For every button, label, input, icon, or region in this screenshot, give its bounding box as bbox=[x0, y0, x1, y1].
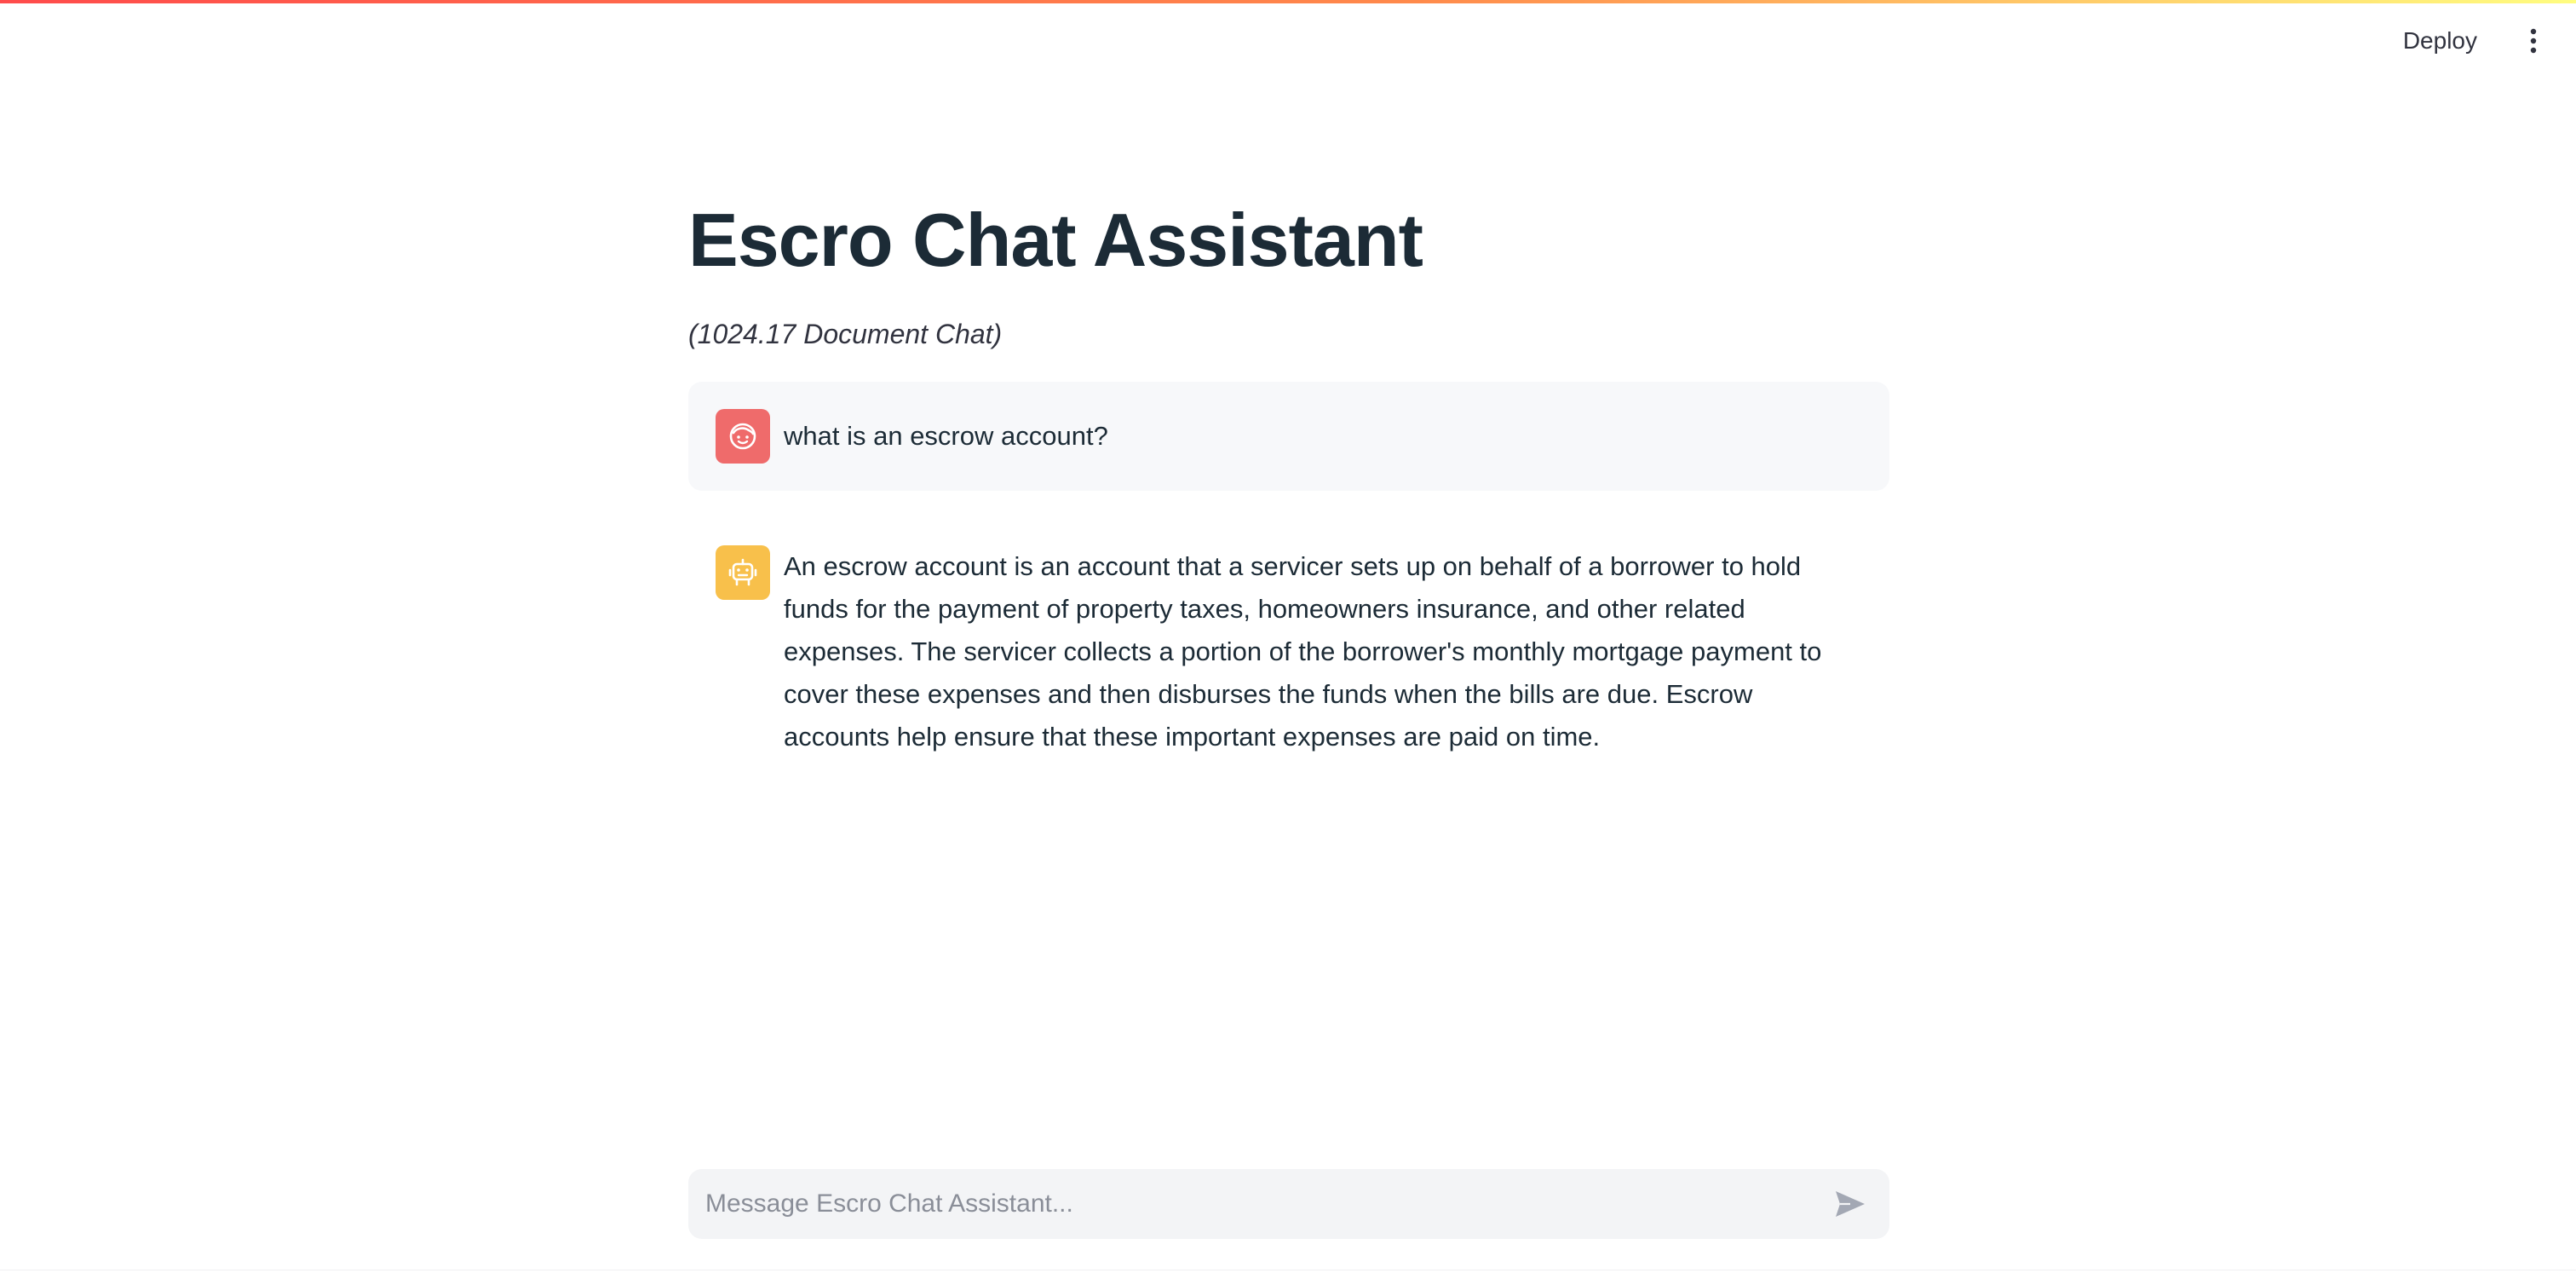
user-face-icon bbox=[729, 423, 756, 450]
assistant-chat-message: An escrow account is an account that a s… bbox=[688, 533, 1889, 770]
page-subtitle: (1024.17 Document Chat) bbox=[688, 319, 1003, 349]
main-menu-button[interactable] bbox=[2516, 24, 2550, 58]
assistant-avatar bbox=[716, 545, 770, 600]
chat-message-input[interactable] bbox=[704, 1178, 1826, 1230]
deploy-button[interactable]: Deploy bbox=[2389, 20, 2491, 61]
chat-input-container bbox=[688, 1169, 1889, 1239]
user-chat-message: what is an escrow account? bbox=[688, 382, 1889, 491]
robot-icon bbox=[728, 558, 757, 586]
user-message-text: what is an escrow account? bbox=[784, 421, 1108, 451]
app-header: Deploy bbox=[0, 3, 2576, 78]
vertical-ellipsis-icon bbox=[2530, 28, 2537, 54]
assistant-message-text: An escrow account is an account that a s… bbox=[784, 551, 1822, 752]
send-icon bbox=[1836, 1191, 1865, 1217]
user-avatar bbox=[716, 409, 770, 464]
page-title: Escro Chat Assistant bbox=[688, 198, 1423, 282]
send-button[interactable] bbox=[1826, 1180, 1874, 1228]
